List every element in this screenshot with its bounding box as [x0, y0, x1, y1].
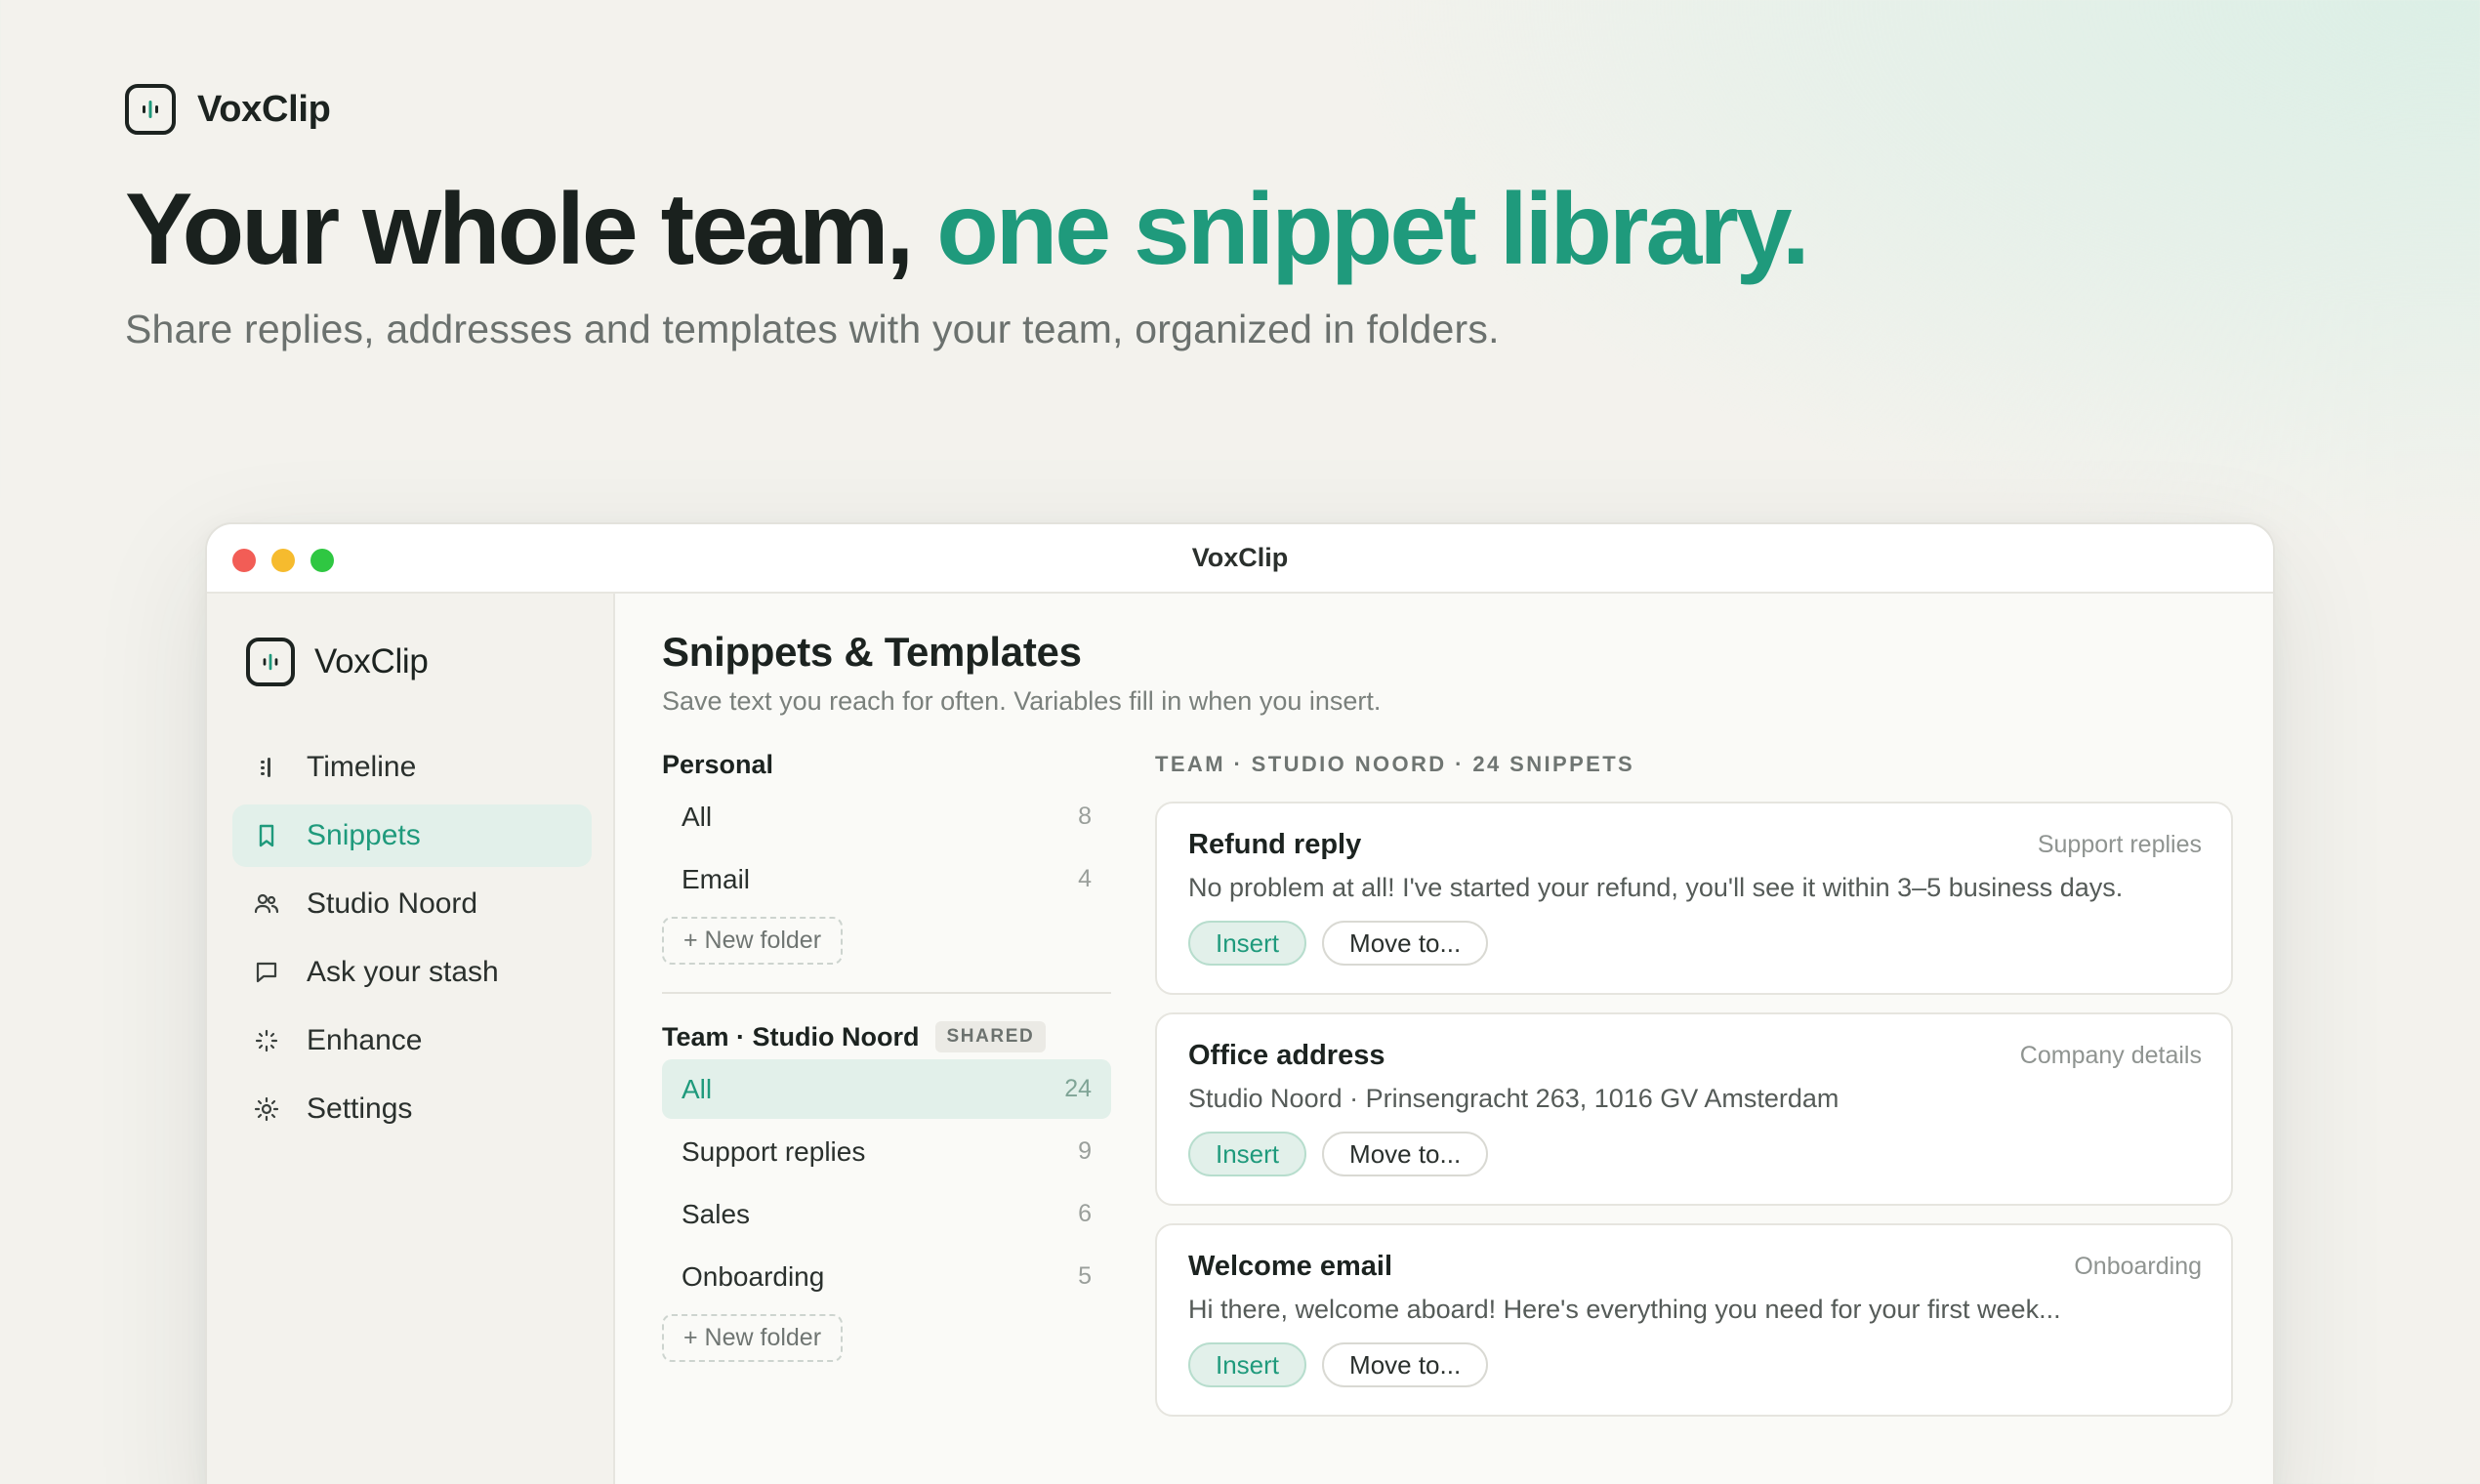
folder-count: 5 — [1078, 1262, 1092, 1290]
move-to-button[interactable]: Move to... — [1322, 921, 1489, 966]
sidebar-item-label: Enhance — [307, 1024, 423, 1056]
sidebar-item-settings[interactable]: Settings — [232, 1078, 592, 1140]
hero-brand: VoxClip — [125, 84, 331, 135]
team-group-title: Team · Studio Noord — [662, 1021, 920, 1051]
sidebar-brand-name: VoxClip — [314, 642, 429, 680]
sidebar-item-enhance[interactable]: Enhance — [232, 1010, 592, 1072]
snippet-title: Welcome email — [1188, 1251, 1393, 1282]
sidebar-item-label: Ask your stash — [307, 956, 499, 988]
window-controls — [232, 549, 334, 572]
voxclip-logo-icon — [246, 638, 295, 686]
sidebar-item-ask-your-stash[interactable]: Ask your stash — [232, 941, 592, 1004]
users-icon — [254, 891, 279, 917]
chat-icon — [254, 960, 279, 985]
sidebar: VoxClip Timeline Snippets Studio Noord A… — [207, 594, 615, 1484]
sidebar-item-label: Settings — [307, 1092, 413, 1125]
page-subtitle: Save text you reach for often. Variables… — [662, 686, 1382, 716]
page-title: Snippets & Templates — [662, 629, 1082, 675]
hero-headline-main: Your whole team, — [125, 173, 937, 286]
hero-headline-accent: one snippet library. — [936, 173, 1810, 286]
folder-name: Email — [682, 863, 751, 894]
sidebar-item-label: Snippets — [307, 819, 421, 851]
sparkle-icon — [254, 1028, 279, 1053]
snippet-card-welcome-email[interactable]: Welcome email Onboarding Hi there, welco… — [1155, 1223, 2233, 1417]
move-to-button[interactable]: Move to... — [1322, 1132, 1489, 1176]
snippet-list: TEAM · STUDIO NOORD · 24 SNIPPETS Refund… — [1155, 745, 2233, 1417]
sidebar-item-timeline[interactable]: Timeline — [232, 736, 592, 799]
folder-count: 9 — [1078, 1137, 1092, 1165]
folder-panel: Personal All 8 Email 4 + New folder Team… — [662, 745, 1111, 1362]
insert-button[interactable]: Insert — [1188, 921, 1307, 966]
folder-team-all[interactable]: All 24 — [662, 1059, 1111, 1119]
folder-team-sales[interactable]: Sales 6 — [662, 1184, 1111, 1244]
snippet-actions: Insert Move to... — [1188, 1132, 1489, 1176]
snippet-folder-label: Onboarding — [2074, 1253, 2202, 1280]
folder-count: 24 — [1064, 1075, 1092, 1102]
sidebar-item-label: Timeline — [307, 751, 417, 783]
snippet-preview: Hi there, welcome aboard! Here's everyth… — [1188, 1295, 2061, 1324]
sidebar-item-studio-noord[interactable]: Studio Noord — [232, 873, 592, 935]
window-body: VoxClip Timeline Snippets Studio Noord A… — [207, 594, 2273, 1484]
app-window: VoxClip VoxClip Timeline Snippets Studio… — [205, 522, 2275, 1484]
folder-count: 6 — [1078, 1200, 1092, 1227]
sidebar-item-label: Studio Noord — [307, 887, 478, 920]
move-to-button[interactable]: Move to... — [1322, 1342, 1489, 1387]
insert-button[interactable]: Insert — [1188, 1132, 1307, 1176]
folder-personal-email[interactable]: Email 4 — [662, 849, 1111, 909]
snippet-actions: Insert Move to... — [1188, 1342, 1489, 1387]
folder-personal-all[interactable]: All 8 — [662, 787, 1111, 846]
sidebar-brand: VoxClip — [246, 638, 429, 686]
snippet-card-office-address[interactable]: Office address Company details Studio No… — [1155, 1012, 2233, 1206]
shared-badge: SHARED — [934, 1021, 1047, 1052]
snippet-card-refund-reply[interactable]: Refund reply Support replies No problem … — [1155, 802, 2233, 995]
team-group-label: Team · Studio Noord SHARED — [662, 1017, 1111, 1056]
folder-divider — [662, 992, 1111, 994]
main-content: Snippets & Templates Save text you reach… — [615, 594, 2273, 1484]
personal-group-title: Personal — [662, 749, 774, 779]
new-team-folder-button[interactable]: + New folder — [662, 1314, 844, 1362]
timeline-icon — [254, 755, 279, 780]
folder-name: Onboarding — [682, 1260, 825, 1292]
folder-count: 4 — [1078, 865, 1092, 892]
snippet-preview: No problem at all! I've started your ref… — [1188, 873, 2124, 902]
folder-name: Support replies — [682, 1135, 866, 1167]
snippet-preview: Studio Noord · Prinsengracht 263, 1016 G… — [1188, 1084, 1839, 1113]
folder-count: 8 — [1078, 803, 1092, 830]
close-window-button[interactable] — [232, 549, 256, 572]
snippet-actions: Insert Move to... — [1188, 921, 1489, 966]
sidebar-nav: Timeline Snippets Studio Noord Ask your … — [232, 736, 592, 1146]
folder-team-support-replies[interactable]: Support replies 9 — [662, 1122, 1111, 1181]
bookmark-icon — [254, 823, 279, 848]
maximize-window-button[interactable] — [310, 549, 334, 572]
hero-brand-name: VoxClip — [197, 88, 331, 130]
hero-subhead: Share replies, addresses and templates w… — [125, 307, 1500, 351]
snippet-folder-label: Company details — [2019, 1042, 2202, 1069]
snippet-folder-label: Support replies — [2037, 831, 2202, 858]
folder-name: Sales — [682, 1198, 751, 1229]
folder-name: All — [682, 801, 713, 832]
voxclip-logo-icon — [125, 84, 176, 135]
new-personal-folder-button[interactable]: + New folder — [662, 917, 844, 965]
personal-group-label: Personal — [662, 745, 1111, 784]
window-titlebar: VoxClip — [207, 524, 2273, 594]
insert-button[interactable]: Insert — [1188, 1342, 1307, 1387]
hero-headline: Your whole team, one snippet library. — [125, 172, 1810, 289]
folder-name: All — [682, 1073, 713, 1104]
snippet-list-heading: TEAM · STUDIO NOORD · 24 SNIPPETS — [1155, 752, 1635, 776]
folder-team-onboarding[interactable]: Onboarding 5 — [662, 1247, 1111, 1306]
gear-icon — [254, 1096, 279, 1122]
sidebar-item-snippets[interactable]: Snippets — [232, 804, 592, 867]
minimize-window-button[interactable] — [271, 549, 295, 572]
window-title: VoxClip — [1191, 543, 1289, 572]
